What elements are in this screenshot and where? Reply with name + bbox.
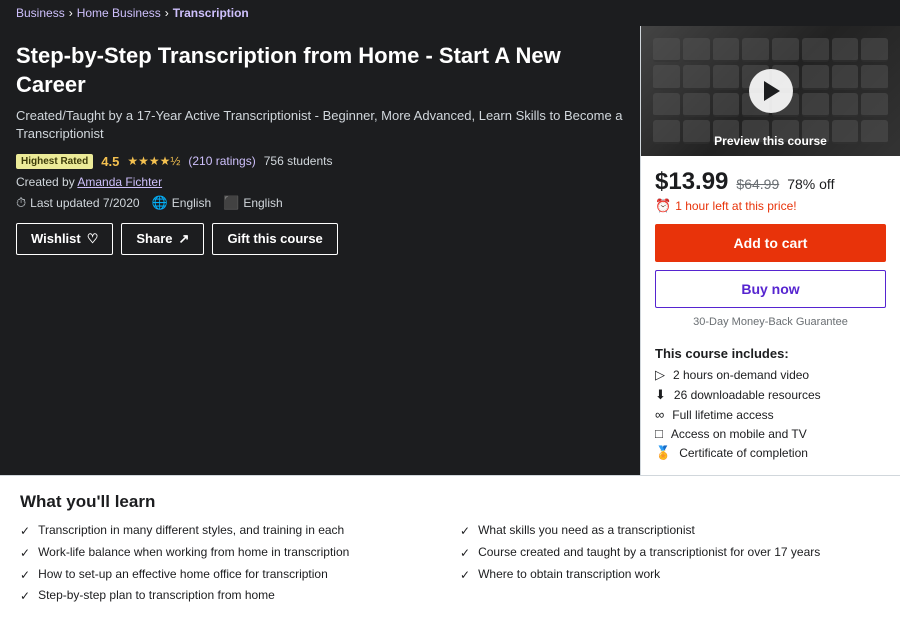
- pricing-area: $13.99 $64.99 78% off ⏰ 1 hour left at t…: [641, 156, 900, 346]
- wishlist-button[interactable]: Wishlist ♡: [16, 223, 113, 255]
- includes-list: ▷ 2 hours on-demand video ⬇ 26 downloadable…: [655, 367, 886, 461]
- highest-rated-badge: Highest Rated: [16, 154, 93, 169]
- heart-icon: ♡: [87, 231, 99, 247]
- check-icon: ✓: [460, 545, 470, 562]
- share-button[interactable]: Share ↗: [121, 223, 204, 255]
- course-subtitle: Created/Taught by a 17-Year Active Trans…: [16, 107, 624, 143]
- course-sidebar: Preview this course $13.99 $64.99 78% of…: [640, 26, 900, 475]
- rating-count: (210 ratings): [188, 154, 255, 168]
- include-text: Certificate of completion: [679, 446, 808, 460]
- breadcrumb-transcription[interactable]: Transcription: [173, 6, 249, 20]
- play-icon: [764, 81, 780, 101]
- include-text: Full lifetime access: [672, 408, 773, 422]
- instructor-link[interactable]: Amanda Fichter: [77, 175, 162, 189]
- check-icon: ✓: [460, 523, 470, 540]
- check-icon: ✓: [20, 523, 30, 540]
- learn-title: What you'll learn: [20, 492, 880, 512]
- learn-text: Course created and taught by a transcrip…: [478, 544, 820, 561]
- check-icon: ✓: [460, 567, 470, 584]
- share-arrow-icon: ↗: [179, 231, 190, 247]
- include-item: ⬇ 26 downloadable resources: [655, 387, 886, 403]
- language2: ⬛ English: [223, 195, 283, 211]
- breadcrumb-business[interactable]: Business: [16, 6, 65, 20]
- learn-item: ✓ Course created and taught by a transcri…: [460, 544, 880, 562]
- course-title: Step-by-Step Transcription from Home - S…: [16, 42, 624, 99]
- include-item: 🏅 Certificate of completion: [655, 445, 886, 461]
- language1: 🌐 English: [152, 195, 212, 211]
- include-item: ∞ Full lifetime access: [655, 407, 886, 422]
- alarm-icon: ⏰: [655, 198, 671, 214]
- include-text: 2 hours on-demand video: [673, 368, 809, 382]
- rating-number: 4.5: [101, 154, 119, 169]
- learn-item: ✓ Step-by-step plan to transcription from…: [20, 587, 440, 605]
- timer-text: 1 hour left at this price!: [675, 199, 796, 213]
- include-icon: ⬇: [655, 387, 666, 403]
- globe-icon: 🌐: [152, 195, 168, 211]
- learn-text: How to set-up an effective home office f…: [38, 566, 328, 583]
- include-icon: □: [655, 426, 663, 441]
- include-text: Access on mobile and TV: [671, 427, 807, 441]
- clock-icon: ⏱: [16, 195, 26, 211]
- learn-text: Step-by-step plan to transcription from …: [38, 587, 275, 604]
- check-icon: ✓: [20, 545, 30, 562]
- course-header: Step-by-Step Transcription from Home - S…: [0, 26, 640, 475]
- buy-now-button[interactable]: Buy now: [655, 270, 886, 308]
- learn-item: ✓ What skills you need as a transcription…: [460, 522, 880, 540]
- action-buttons: Wishlist ♡ Share ↗ Gift this course: [16, 223, 624, 255]
- learn-item: ✓ Transcription in many different styles,…: [20, 522, 440, 540]
- original-price: $64.99: [736, 176, 779, 192]
- last-updated: ⏱ Last updated 7/2020: [16, 195, 140, 211]
- learn-item: ✓ Where to obtain transcription work: [460, 566, 880, 584]
- learn-text: Where to obtain transcription work: [478, 566, 660, 583]
- video-preview[interactable]: Preview this course: [641, 26, 900, 156]
- created-by: Created by Amanda Fichter: [16, 175, 624, 189]
- breadcrumb-home-business[interactable]: Home Business: [77, 6, 161, 20]
- learn-text: Transcription in many different styles, …: [38, 522, 344, 539]
- include-item: ▷ 2 hours on-demand video: [655, 367, 886, 383]
- include-text: 26 downloadable resources: [674, 388, 821, 402]
- includes-title: This course includes:: [655, 346, 886, 361]
- include-item: □ Access on mobile and TV: [655, 426, 886, 441]
- include-icon: ▷: [655, 367, 665, 383]
- student-count: 756 students: [264, 154, 333, 168]
- add-to-cart-button[interactable]: Add to cart: [655, 224, 886, 262]
- include-icon: ∞: [655, 407, 664, 422]
- discount-percent: 78% off: [787, 176, 834, 192]
- gift-button[interactable]: Gift this course: [212, 223, 337, 255]
- learn-text: What skills you need as a transcriptioni…: [478, 522, 695, 539]
- learn-item: ✓ Work-life balance when working from hom…: [20, 544, 440, 562]
- course-includes: This course includes: ▷ 2 hours on-demand…: [641, 346, 900, 475]
- play-button[interactable]: [749, 69, 793, 113]
- check-icon: ✓: [20, 567, 30, 584]
- preview-label: Preview this course: [714, 134, 827, 148]
- star-rating: ★★★★½: [127, 154, 180, 168]
- price-row: $13.99 $64.99 78% off: [655, 168, 886, 196]
- breadcrumb: Business › Home Business › Transcription: [0, 0, 900, 26]
- caption-icon: ⬛: [223, 195, 239, 211]
- rating-row: Highest Rated 4.5 ★★★★½ (210 ratings) 75…: [16, 154, 624, 169]
- check-icon: ✓: [20, 588, 30, 605]
- include-icon: 🏅: [655, 445, 671, 461]
- learn-text: Work-life balance when working from home…: [38, 544, 349, 561]
- learn-item: ✓ How to set-up an effective home office …: [20, 566, 440, 584]
- guarantee-text: 30-Day Money-Back Guarantee: [655, 316, 886, 328]
- current-price: $13.99: [655, 168, 728, 196]
- timer-row: ⏰ 1 hour left at this price!: [655, 198, 886, 214]
- what-you-learn: What you'll learn ✓ Transcription in many…: [0, 475, 900, 621]
- learn-grid: ✓ Transcription in many different styles,…: [20, 522, 880, 605]
- meta-row: ⏱ Last updated 7/2020 🌐 English ⬛ Englis…: [16, 195, 624, 211]
